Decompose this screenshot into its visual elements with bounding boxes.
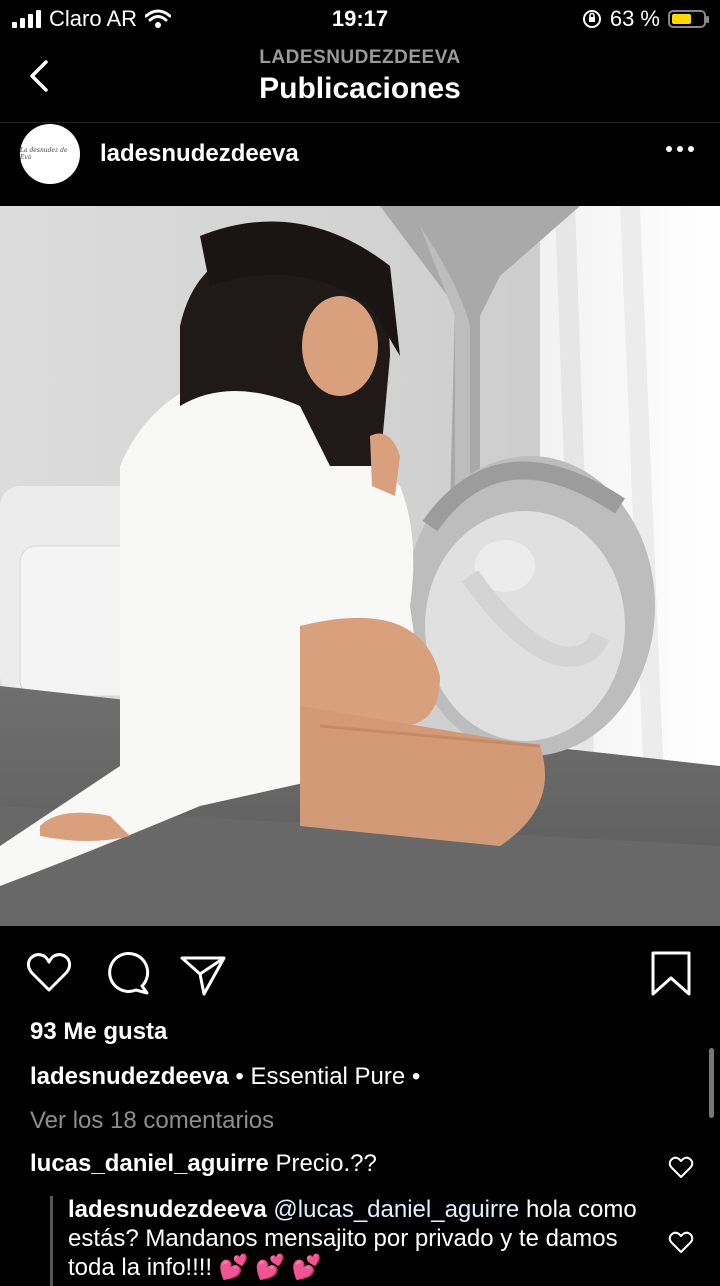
comment-icon[interactable] xyxy=(102,948,152,998)
view-comments-link[interactable]: Ver los 18 comentarios xyxy=(30,1107,274,1135)
page-title: Publicaciones xyxy=(259,72,461,105)
share-icon[interactable] xyxy=(178,948,228,998)
reply-mention[interactable]: @lucas_daniel_aguirre xyxy=(273,1196,519,1223)
battery-percent: 63 % xyxy=(609,6,660,31)
post-username[interactable]: ladesnudezdeeva xyxy=(100,140,299,168)
post-actions xyxy=(0,940,720,1010)
likes-count[interactable]: 93 Me gusta xyxy=(30,1018,167,1046)
orientation-lock-icon xyxy=(582,10,601,28)
avatar-logo-text: La desnudez de Eva xyxy=(20,147,68,161)
battery-icon xyxy=(668,10,709,28)
status-bar: Claro AR 19:17 63 % xyxy=(0,0,720,40)
reply-username[interactable]: ladesnudezdeeva xyxy=(68,1196,267,1223)
heart-icon[interactable] xyxy=(24,948,74,998)
caption-text: • Essential Pure • xyxy=(228,1063,421,1090)
post-caption: ladesnudezdeeva • Essential Pure • xyxy=(30,1063,420,1091)
reply-thread-line xyxy=(50,1196,53,1286)
comment-item: lucas_daniel_aguirre Precio.?? xyxy=(30,1150,377,1178)
post-image[interactable] xyxy=(0,206,720,926)
post-header: La desnudez de Eva ladesnudezdeeva xyxy=(0,124,720,206)
comment-text: Precio.?? xyxy=(268,1150,377,1177)
nav-bar: LADESNUDEZDEEVA Publicaciones xyxy=(0,40,720,123)
more-horizontal-icon[interactable] xyxy=(666,146,694,152)
caption-username[interactable]: ladesnudezdeeva xyxy=(30,1063,229,1090)
comment-username[interactable]: lucas_daniel_aguirre xyxy=(30,1150,269,1177)
comment-like-heart-icon[interactable] xyxy=(668,1156,694,1180)
scrollbar[interactable] xyxy=(709,1048,714,1118)
avatar[interactable]: La desnudez de Eva xyxy=(20,124,80,184)
reply-like-heart-icon[interactable] xyxy=(668,1231,694,1255)
bookmark-icon[interactable] xyxy=(646,948,696,998)
nav-subtitle: LADESNUDEZDEEVA xyxy=(259,47,461,68)
reply-item: ladesnudezdeeva @lucas_daniel_aguirre ho… xyxy=(68,1195,648,1282)
